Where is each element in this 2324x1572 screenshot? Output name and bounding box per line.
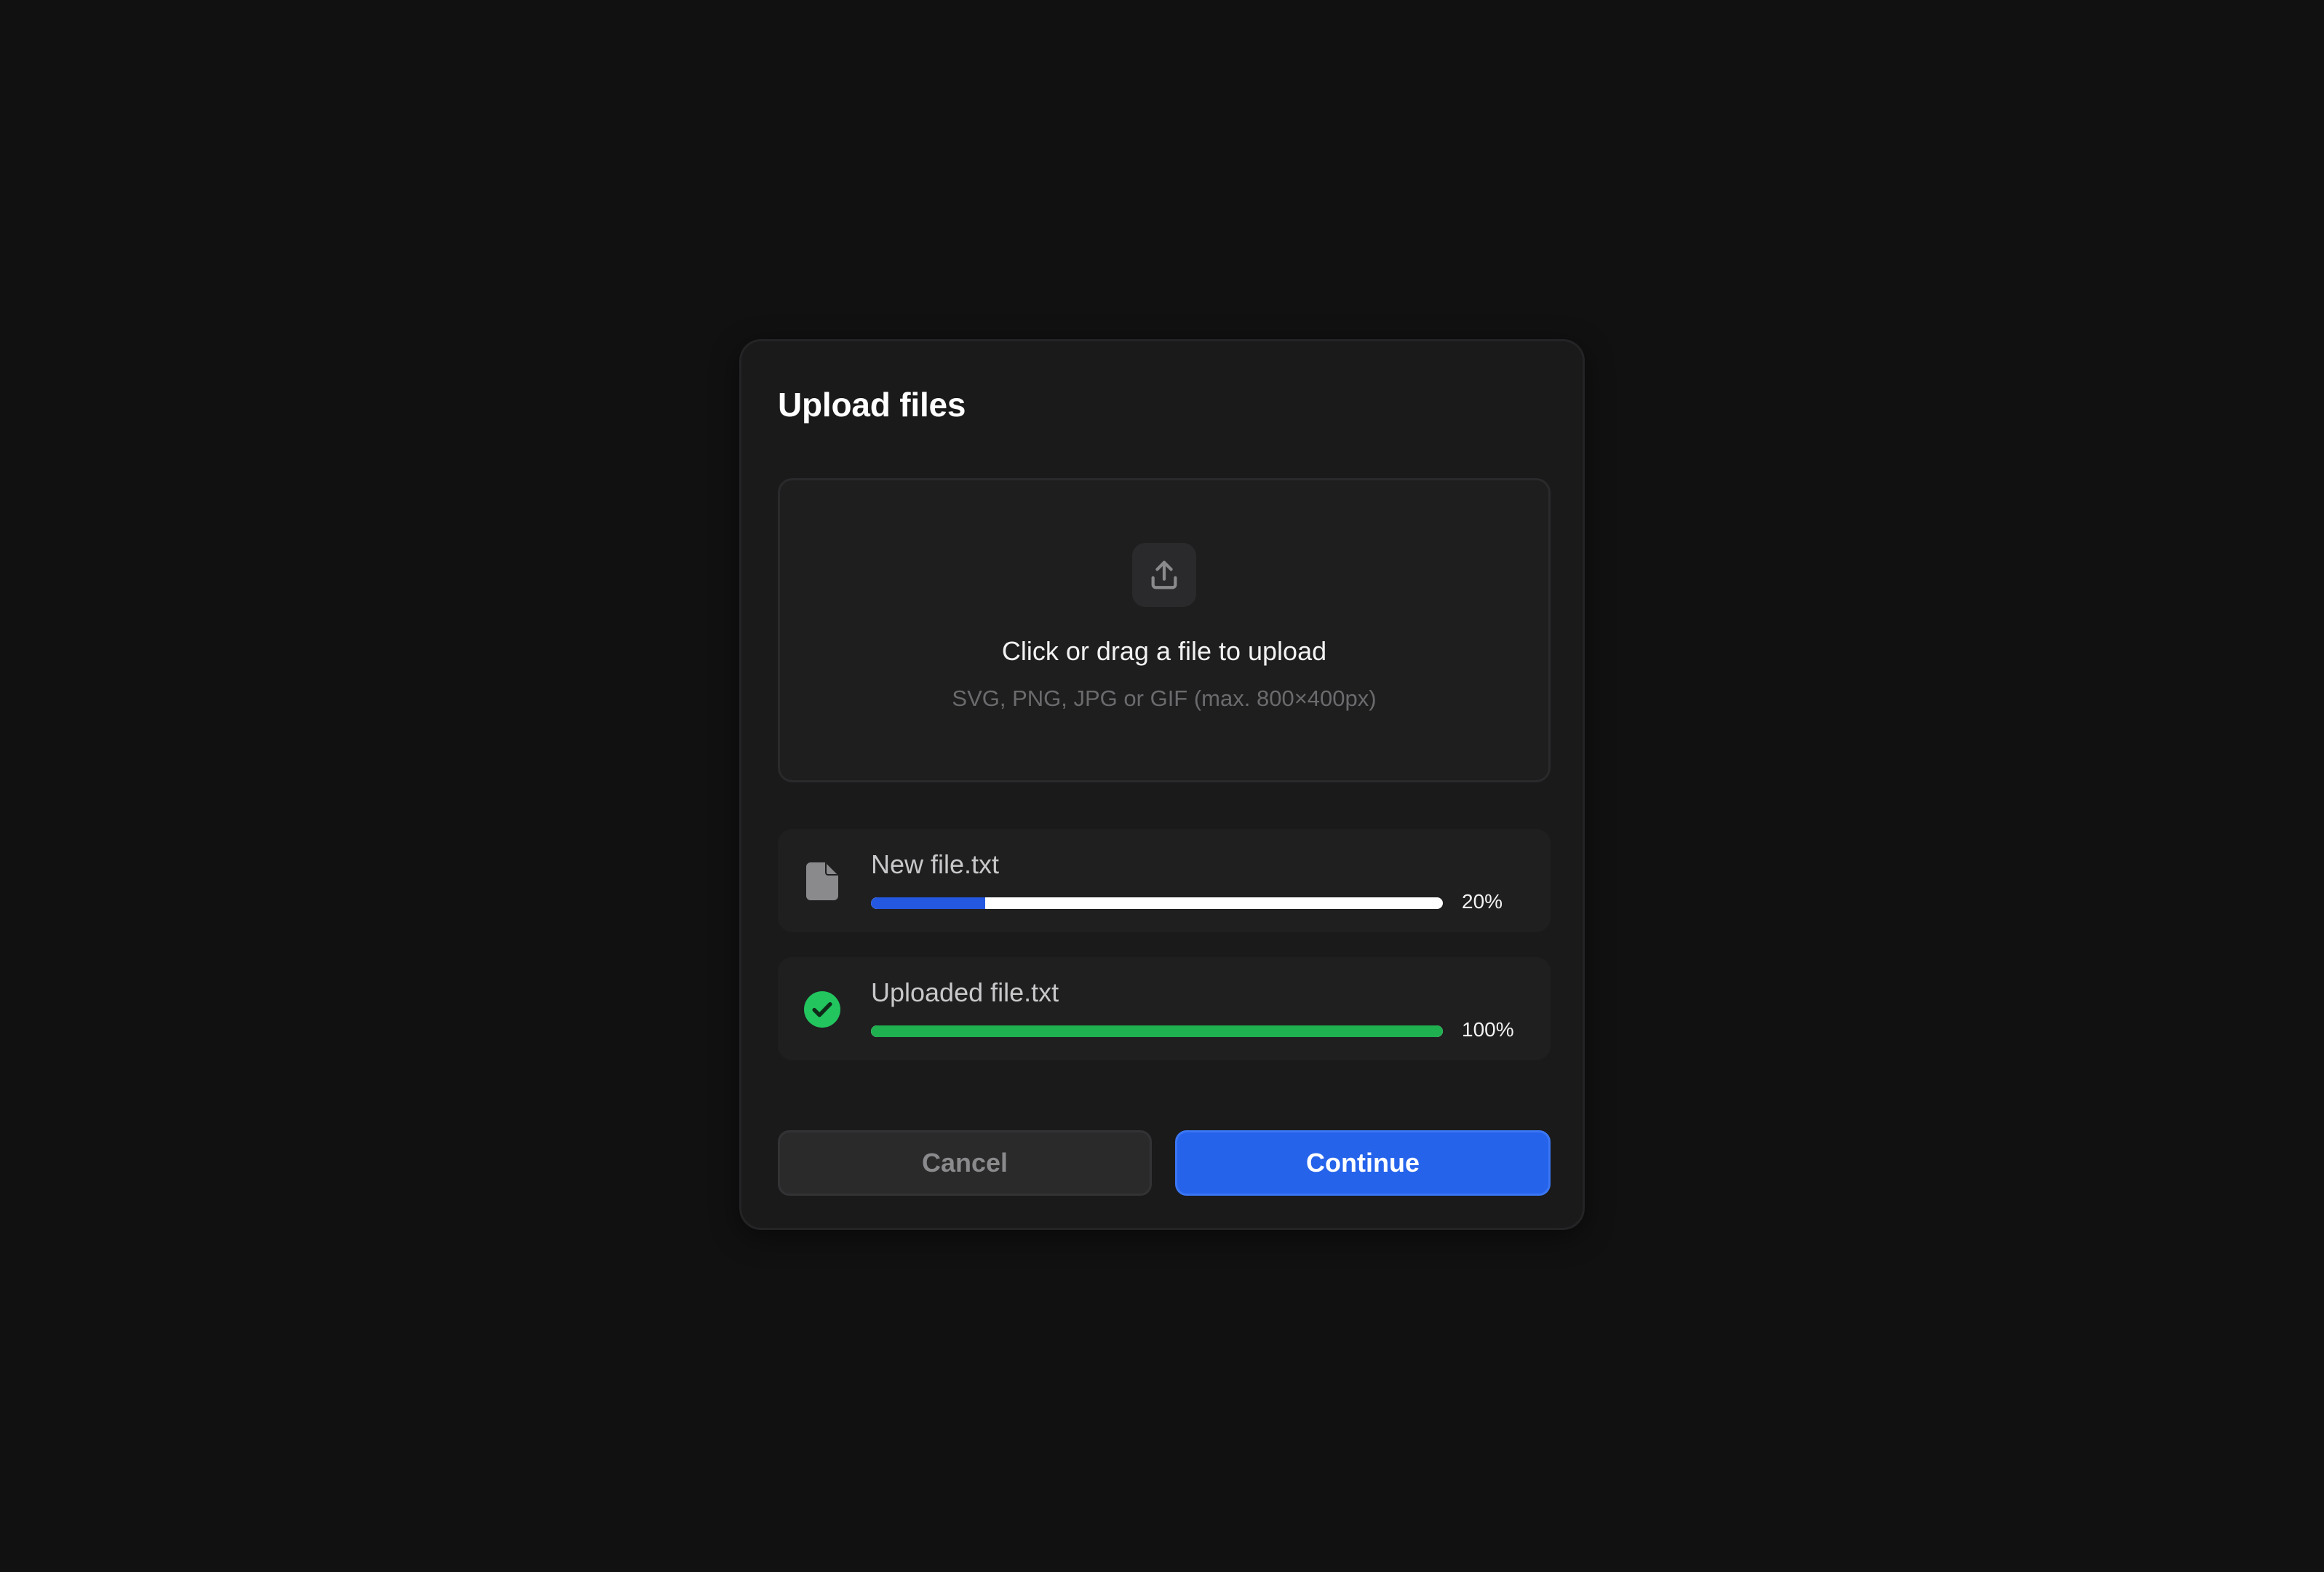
page-background: Upload files Click or drag a file to upl… <box>0 0 2324 1572</box>
file-row-new-file: New file.txt 20% <box>778 829 1551 932</box>
cancel-button[interactable]: Cancel <box>778 1130 1152 1196</box>
progress-bar <box>871 1025 1443 1037</box>
dialog-title: Upload files <box>778 386 966 424</box>
upload-icon <box>1132 543 1196 607</box>
check-circle-icon <box>804 991 840 1028</box>
progress-bar-fill <box>871 897 986 909</box>
progress-percent: 20% <box>1462 890 1503 913</box>
dropzone-title: Click or drag a file to upload <box>1001 636 1327 666</box>
progress-bar-fill <box>871 1025 1443 1037</box>
file-name: New file.txt <box>871 849 1000 879</box>
file-name: Uploaded file.txt <box>871 977 1059 1007</box>
file-row-uploaded-file: Uploaded file.txt 100% <box>778 957 1551 1060</box>
file-icon <box>804 862 840 900</box>
upload-dropzone[interactable]: Click or drag a file to upload SVG, PNG,… <box>778 478 1551 782</box>
progress-percent: 100% <box>1462 1018 1514 1041</box>
continue-button[interactable]: Continue <box>1175 1130 1551 1196</box>
upload-dialog: Upload files Click or drag a file to upl… <box>739 339 1585 1230</box>
progress-bar <box>871 897 1443 909</box>
dropzone-subtitle: SVG, PNG, JPG or GIF (max. 800×400px) <box>952 686 1377 711</box>
